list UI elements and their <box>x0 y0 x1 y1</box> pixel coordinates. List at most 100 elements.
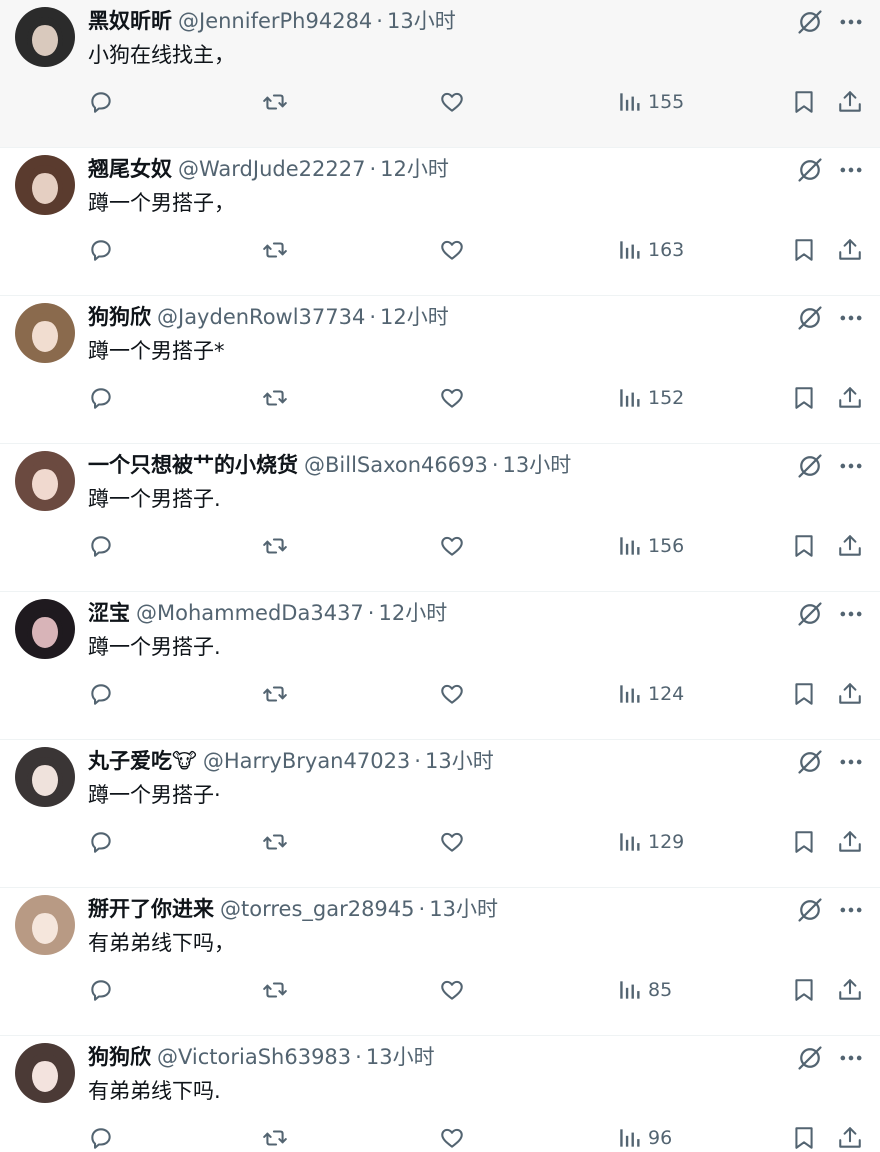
share-button[interactable] <box>837 232 863 268</box>
share-button[interactable] <box>837 824 863 860</box>
avatar[interactable] <box>15 303 75 363</box>
reply-button[interactable] <box>88 1120 114 1152</box>
more-icon[interactable] <box>835 6 867 38</box>
bookmark-button[interactable] <box>791 528 817 564</box>
bookmark-button[interactable] <box>791 972 817 1008</box>
timestamp[interactable]: 12小时 <box>380 302 449 332</box>
display-name[interactable]: 涩宝 <box>88 598 130 628</box>
avatar[interactable] <box>15 451 75 511</box>
grok-icon[interactable] <box>794 302 826 334</box>
grok-icon[interactable] <box>794 598 826 630</box>
user-handle[interactable]: @VictoriaSh63983 <box>157 1042 351 1072</box>
reply-button[interactable] <box>88 84 114 120</box>
tweet[interactable]: 狗狗欣 @JaydenRowl37734 · 12小时 蹲一个男搭子* 152 <box>0 296 880 444</box>
grok-icon[interactable] <box>794 1042 826 1074</box>
tweet[interactable]: 涩宝 @MohammedDa3437 · 12小时 蹲一个男搭子. 124 <box>0 592 880 740</box>
reply-button[interactable] <box>88 528 114 564</box>
reply-button[interactable] <box>88 972 114 1008</box>
grok-icon[interactable] <box>794 154 826 186</box>
views-button[interactable]: 124 <box>617 676 684 712</box>
tweet[interactable]: 狗狗欣 @VictoriaSh63983 · 13小时 有弟弟线下吗. 96 <box>0 1036 880 1152</box>
retweet-button[interactable] <box>262 1120 288 1152</box>
views-button[interactable]: 156 <box>617 528 684 564</box>
timestamp[interactable]: 12小时 <box>378 598 447 628</box>
like-button[interactable] <box>439 84 465 120</box>
user-handle[interactable]: @BillSaxon46693 <box>304 450 488 480</box>
display-name[interactable]: 黑奴昕昕 <box>88 6 172 36</box>
display-name[interactable]: 狗狗欣 <box>88 302 151 332</box>
avatar[interactable] <box>15 747 75 807</box>
views-button[interactable]: 155 <box>617 84 684 120</box>
more-icon[interactable] <box>835 894 867 926</box>
share-button[interactable] <box>837 380 863 416</box>
display-name[interactable]: 狗狗欣 <box>88 1042 151 1072</box>
like-button[interactable] <box>439 232 465 268</box>
avatar[interactable] <box>15 1043 75 1103</box>
user-handle[interactable]: @JenniferPh94284 <box>178 6 372 36</box>
timestamp[interactable]: 13小时 <box>425 746 494 776</box>
views-button[interactable]: 129 <box>617 824 684 860</box>
timestamp[interactable]: 13小时 <box>366 1042 435 1072</box>
retweet-button[interactable] <box>262 972 288 1008</box>
tweet[interactable]: 黑奴昕昕 @JenniferPh94284 · 13小时 小狗在线找主， 155 <box>0 0 880 148</box>
bookmark-button[interactable] <box>791 84 817 120</box>
like-button[interactable] <box>439 824 465 860</box>
display-name[interactable]: 掰开了你进来 <box>88 894 214 924</box>
timestamp[interactable]: 12小时 <box>380 154 449 184</box>
timestamp[interactable]: 13小时 <box>387 6 456 36</box>
tweet[interactable]: 丸子爱吃🐮 @HarryBryan47023 · 13小时 蹲一个男搭子· 12… <box>0 740 880 888</box>
display-name[interactable]: 丸子爱吃🐮 <box>88 746 197 776</box>
share-button[interactable] <box>837 676 863 712</box>
bookmark-button[interactable] <box>791 676 817 712</box>
share-button[interactable] <box>837 972 863 1008</box>
share-button[interactable] <box>837 84 863 120</box>
timestamp[interactable]: 13小时 <box>503 450 572 480</box>
reply-button[interactable] <box>88 232 114 268</box>
user-handle[interactable]: @MohammedDa3437 <box>136 598 364 628</box>
retweet-button[interactable] <box>262 528 288 564</box>
more-icon[interactable] <box>835 746 867 778</box>
like-button[interactable] <box>439 380 465 416</box>
grok-icon[interactable] <box>794 894 826 926</box>
more-icon[interactable] <box>835 302 867 334</box>
share-button[interactable] <box>837 1120 863 1152</box>
views-button[interactable]: 85 <box>617 972 672 1008</box>
avatar[interactable] <box>15 7 75 67</box>
avatar[interactable] <box>15 895 75 955</box>
views-button[interactable]: 96 <box>617 1120 672 1152</box>
retweet-button[interactable] <box>262 380 288 416</box>
user-handle[interactable]: @torres_gar28945 <box>220 894 415 924</box>
retweet-button[interactable] <box>262 824 288 860</box>
views-button[interactable]: 163 <box>617 232 684 268</box>
views-button[interactable]: 152 <box>617 380 684 416</box>
more-icon[interactable] <box>835 154 867 186</box>
display-name[interactable]: 翘尾女奴 <box>88 154 172 184</box>
avatar[interactable] <box>15 155 75 215</box>
bookmark-button[interactable] <box>791 232 817 268</box>
more-icon[interactable] <box>835 598 867 630</box>
like-button[interactable] <box>439 1120 465 1152</box>
user-handle[interactable]: @HarryBryan47023 <box>203 746 410 776</box>
user-handle[interactable]: @JaydenRowl37734 <box>157 302 365 332</box>
more-icon[interactable] <box>835 1042 867 1074</box>
tweet[interactable]: 掰开了你进来 @torres_gar28945 · 13小时 有弟弟线下吗， 8… <box>0 888 880 1036</box>
like-button[interactable] <box>439 528 465 564</box>
reply-button[interactable] <box>88 824 114 860</box>
avatar[interactable] <box>15 599 75 659</box>
retweet-button[interactable] <box>262 84 288 120</box>
reply-button[interactable] <box>88 676 114 712</box>
grok-icon[interactable] <box>794 746 826 778</box>
bookmark-button[interactable] <box>791 380 817 416</box>
display-name[interactable]: 一个只想被艹的小烧货 <box>88 450 298 480</box>
tweet[interactable]: 翘尾女奴 @WardJude22227 · 12小时 蹲一个男搭子， 163 <box>0 148 880 296</box>
bookmark-button[interactable] <box>791 1120 817 1152</box>
retweet-button[interactable] <box>262 232 288 268</box>
like-button[interactable] <box>439 972 465 1008</box>
tweet[interactable]: 一个只想被艹的小烧货 @BillSaxon46693 · 13小时 蹲一个男搭子… <box>0 444 880 592</box>
bookmark-button[interactable] <box>791 824 817 860</box>
retweet-button[interactable] <box>262 676 288 712</box>
user-handle[interactable]: @WardJude22227 <box>178 154 365 184</box>
more-icon[interactable] <box>835 450 867 482</box>
grok-icon[interactable] <box>794 6 826 38</box>
grok-icon[interactable] <box>794 450 826 482</box>
